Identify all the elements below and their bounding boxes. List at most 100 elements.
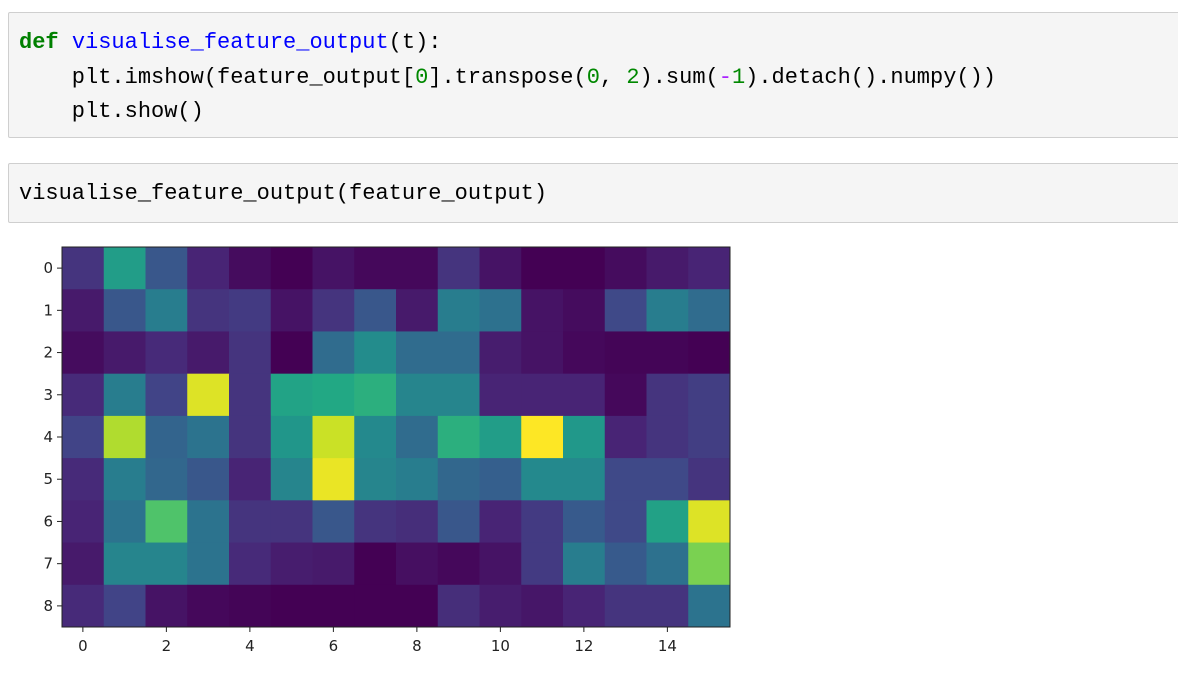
heatmap-output: 0123456780 2 4 6 8 10 12 14 (43, 246, 731, 655)
heatmap-cell-r1-c12 (563, 289, 606, 332)
heatmap-cell-r5-c0 (62, 458, 105, 501)
y-tick-label: 0 (43, 259, 53, 277)
heatmap-cell-r6-c7 (354, 500, 397, 544)
heatmap-cell-r6-c15 (688, 500, 731, 544)
heatmap-cell-r5-c13 (604, 458, 647, 501)
heatmap-cell-r3-c10 (479, 373, 522, 417)
heatmap-cell-r4-c12 (563, 415, 606, 459)
heatmap-cell-r7-c8 (396, 542, 439, 586)
heatmap-cell-r2-c8 (396, 331, 439, 375)
heatmap-cell-r6-c5 (270, 500, 313, 544)
heatmap-cell-r8-c2 (145, 584, 188, 628)
heatmap-cells (62, 247, 731, 628)
heatmap-cell-r4-c0 (62, 415, 105, 459)
heatmap-cell-r5-c9 (437, 458, 480, 501)
heatmap-cell-r4-c2 (145, 415, 188, 459)
heatmap-cell-r0-c4 (229, 247, 272, 290)
heatmap-cell-r3-c6 (312, 373, 355, 417)
heatmap-cell-r7-c0 (62, 542, 105, 586)
heatmap-cell-r2-c15 (688, 331, 731, 375)
heatmap-cell-r2-c12 (563, 331, 606, 375)
heatmap-cell-r3-c7 (354, 373, 397, 417)
heatmap-cell-r8-c7 (354, 584, 397, 628)
y-tick-label: 8 (43, 597, 53, 615)
heatmap-cell-r4-c6 (312, 415, 355, 459)
heatmap-cell-r7-c2 (145, 542, 188, 586)
heatmap-cell-r0-c8 (396, 247, 439, 290)
code-cell-call[interactable]: visualise_feature_output(feature_output) (8, 163, 1178, 223)
heatmap-cell-r4-c9 (437, 415, 480, 459)
heatmap-cell-r4-c4 (229, 415, 272, 459)
heatmap-cell-r5-c7 (354, 458, 397, 501)
heatmap-cell-r2-c13 (604, 331, 647, 375)
heatmap-cell-r4-c10 (479, 415, 522, 459)
heatmap-cell-r8-c4 (229, 584, 272, 628)
heatmap-cell-r0-c0 (62, 247, 105, 290)
heatmap-cell-r5-c1 (103, 458, 146, 501)
heatmap-cell-r4-c3 (187, 415, 230, 459)
code-token: 1 (731, 64, 746, 90)
heatmap-cell-r1-c3 (187, 289, 230, 332)
heatmap-cell-r0-c13 (604, 247, 647, 290)
code-token: - (718, 64, 732, 90)
heatmap-cell-r1-c15 (688, 289, 731, 332)
heatmap-cell-r8-c8 (396, 584, 439, 628)
code-line: visualise_feature_output(feature_output) (19, 180, 1178, 215)
code-token: ).detach().numpy()) (745, 64, 996, 90)
heatmap-cell-r4-c11 (521, 415, 564, 459)
heatmap-cell-r0-c7 (354, 247, 397, 290)
heatmap-cell-r0-c6 (312, 247, 355, 290)
heatmap-cell-r1-c9 (437, 289, 480, 332)
heatmap-cell-r2-c0 (62, 331, 105, 375)
heatmap-cell-r3-c13 (604, 373, 647, 417)
x-tick-label: 4 (245, 637, 255, 655)
heatmap-cell-r2-c11 (521, 331, 564, 375)
heatmap-cell-r0-c15 (688, 247, 731, 290)
code-line: plt.show() (19, 98, 1178, 133)
code-token: plt.imshow(feature_output[ (19, 64, 416, 90)
heatmap-cell-r0-c3 (187, 247, 230, 290)
heatmap-cell-r0-c14 (646, 247, 689, 290)
heatmap-cell-r2-c4 (229, 331, 272, 375)
heatmap-cell-r1-c8 (396, 289, 439, 332)
y-tick-label: 2 (43, 344, 53, 362)
heatmap-cell-r1-c6 (312, 289, 355, 332)
heatmap-cell-r6-c6 (312, 500, 355, 544)
heatmap-cell-r1-c13 (604, 289, 647, 332)
heatmap-cell-r6-c10 (479, 500, 522, 544)
heatmap-cell-r4-c14 (646, 415, 689, 459)
heatmap-cell-r3-c5 (270, 373, 313, 417)
heatmap-cell-r0-c2 (145, 247, 188, 290)
heatmap-cell-r2-c7 (354, 331, 397, 375)
code-token: , (599, 64, 627, 90)
heatmap-cell-r8-c14 (646, 584, 689, 628)
heatmap-cell-r8-c6 (312, 584, 355, 628)
heatmap-cell-r1-c2 (145, 289, 188, 332)
heatmap-cell-r2-c3 (187, 331, 230, 375)
heatmap-cell-r2-c6 (312, 331, 355, 375)
heatmap-cell-r1-c4 (229, 289, 272, 332)
heatmap-cell-r4-c5 (270, 415, 313, 459)
x-tick-label: 10 (491, 637, 510, 655)
heatmap-cell-r1-c11 (521, 289, 564, 332)
heatmap-cell-r3-c8 (396, 373, 439, 417)
heatmap-cell-r7-c7 (354, 542, 397, 586)
heatmap-cell-r8-c0 (62, 584, 105, 628)
heatmap-cell-r7-c4 (229, 542, 272, 586)
heatmap-cell-r8-c15 (688, 584, 731, 628)
heatmap-cell-r0-c9 (437, 247, 480, 290)
code-cell-definition[interactable]: def visualise_feature_output(t): plt.ims… (8, 12, 1178, 138)
heatmap-cell-r7-c11 (521, 542, 564, 586)
heatmap-cell-r0-c1 (103, 247, 146, 290)
heatmap-cell-r6-c4 (229, 500, 272, 544)
heatmap-cell-r4-c1 (103, 415, 146, 459)
heatmap-cell-r7-c1 (103, 542, 146, 586)
heatmap-cell-r7-c5 (270, 542, 313, 586)
heatmap-cell-r8-c13 (604, 584, 647, 628)
y-tick-label: 6 (43, 512, 53, 530)
heatmap-cell-r8-c5 (270, 584, 313, 628)
code-token: def (19, 30, 59, 55)
heatmap-cell-r3-c11 (521, 373, 564, 417)
heatmap-cell-r5-c10 (479, 458, 522, 501)
